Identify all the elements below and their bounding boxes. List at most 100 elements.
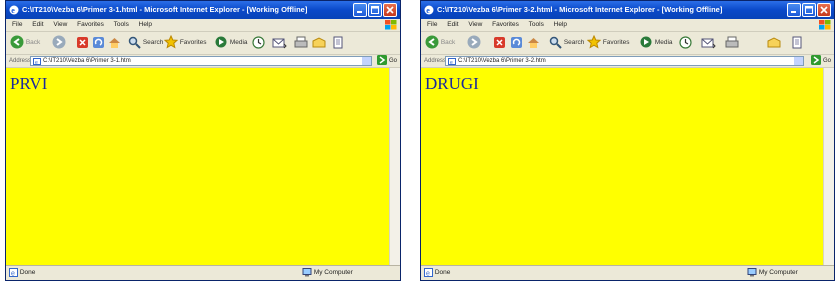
menu-favorites[interactable]: Favorites xyxy=(77,21,104,28)
menu-bar: File Edit View Favorites Tools Help xyxy=(421,19,834,32)
maximize-button[interactable] xyxy=(802,3,816,17)
status-zone: My Computer xyxy=(313,269,353,276)
close-icon xyxy=(386,6,394,14)
svg-text:e: e xyxy=(450,60,453,65)
history-button[interactable] xyxy=(252,35,265,51)
page-button[interactable] xyxy=(332,35,344,51)
print-button[interactable] xyxy=(294,35,308,51)
search-button[interactable]: Search xyxy=(549,35,584,51)
stop-button[interactable] xyxy=(76,35,89,51)
close-button[interactable] xyxy=(817,3,831,17)
history-button[interactable] xyxy=(679,35,692,51)
ie-page-icon: e xyxy=(33,58,41,65)
page-content: PRVI xyxy=(6,68,389,266)
media-button[interactable]: Media xyxy=(639,35,673,51)
print-icon xyxy=(725,36,739,48)
status-zone: My Computer xyxy=(758,269,798,276)
address-input[interactable]: e C:\IT210\Vezba 6\Primer 3-1.htm xyxy=(30,56,372,66)
back-button[interactable]: Back xyxy=(425,35,455,51)
status-text: Done xyxy=(19,269,36,276)
maximize-button[interactable] xyxy=(368,3,382,17)
edit-icon xyxy=(312,37,326,48)
svg-text:e: e xyxy=(11,6,15,15)
search-icon xyxy=(128,36,141,49)
home-button[interactable] xyxy=(108,35,121,51)
status-bar: e Done My Computer xyxy=(421,265,834,280)
go-label: Go xyxy=(388,58,397,64)
ie-page-icon: e xyxy=(424,267,433,277)
menu-file[interactable]: File xyxy=(12,21,22,28)
menu-view[interactable]: View xyxy=(53,21,67,28)
ie-icon: e xyxy=(424,5,434,15)
address-input[interactable]: e C:\IT210\Vezba 6\Primer 3-2.htm xyxy=(445,56,804,66)
stop-button[interactable] xyxy=(493,35,506,51)
windows-flag-icon xyxy=(819,20,831,30)
page-heading: DRUGI xyxy=(425,74,479,93)
menu-help[interactable]: Help xyxy=(139,21,152,28)
mail-icon xyxy=(272,38,287,49)
favorites-button[interactable]: Favorites xyxy=(163,35,207,51)
menu-view[interactable]: View xyxy=(468,21,482,28)
go-button[interactable]: Go xyxy=(377,55,397,67)
home-icon xyxy=(528,37,539,48)
title-bar[interactable]: e C:\IT210\Vezba 6\Primer 3-1.html - Mic… xyxy=(6,1,400,19)
media-icon xyxy=(640,36,652,48)
media-button[interactable]: Media xyxy=(214,35,248,51)
vertical-scrollbar[interactable] xyxy=(389,68,400,266)
go-button[interactable]: Go xyxy=(811,55,831,67)
stop-icon xyxy=(77,36,88,48)
toolbar: Back Search Favorites Media xyxy=(421,32,834,55)
page-heading: PRVI xyxy=(10,74,48,93)
menu-edit[interactable]: Edit xyxy=(32,21,43,28)
mail-button[interactable] xyxy=(272,35,287,51)
address-dropdown-button[interactable] xyxy=(794,57,803,65)
back-label: Back xyxy=(440,39,456,46)
back-button[interactable]: Back xyxy=(10,35,40,51)
address-bar: Address e C:\IT210\Vezba 6\Primer 3-1.ht… xyxy=(6,55,400,68)
menu-tools[interactable]: Tools xyxy=(529,21,544,28)
edit-button[interactable] xyxy=(312,35,326,51)
refresh-button[interactable] xyxy=(92,35,105,51)
minimize-button[interactable] xyxy=(787,3,801,17)
search-button[interactable]: Search xyxy=(128,35,163,51)
refresh-button[interactable] xyxy=(510,35,523,51)
page-button[interactable] xyxy=(791,35,803,51)
ie-page-icon: e xyxy=(448,58,456,65)
print-button[interactable] xyxy=(725,35,739,51)
close-icon xyxy=(820,6,828,14)
menu-bar: File Edit View Favorites Tools Help xyxy=(6,19,400,32)
vertical-scrollbar[interactable] xyxy=(823,68,834,266)
ie-page-icon: e xyxy=(9,267,18,277)
mail-button[interactable] xyxy=(701,35,716,51)
ie-icon: e xyxy=(9,5,19,15)
address-dropdown-button[interactable] xyxy=(362,57,371,65)
go-label: Go xyxy=(822,58,831,64)
window-title: C:\IT210\Vezba 6\Primer 3-1.html - Micro… xyxy=(22,5,308,14)
home-button[interactable] xyxy=(527,35,540,51)
page-icon xyxy=(333,36,343,49)
forward-button[interactable] xyxy=(467,35,481,51)
title-bar[interactable]: e C:\IT210\Vezba 6\Primer 3-2.html - Mic… xyxy=(421,1,834,19)
favorites-label: Favorites xyxy=(602,39,630,46)
search-icon xyxy=(549,36,562,49)
search-label: Search xyxy=(563,39,585,46)
favorites-button[interactable]: Favorites xyxy=(586,35,630,51)
history-icon xyxy=(252,36,265,49)
address-bar: Address e C:\IT210\Vezba 6\Primer 3-2.ht… xyxy=(421,55,834,68)
favorites-star-icon xyxy=(586,35,602,49)
forward-button[interactable] xyxy=(52,35,66,51)
menu-help[interactable]: Help xyxy=(554,21,567,28)
edit-button[interactable] xyxy=(767,35,781,51)
minimize-button[interactable] xyxy=(353,3,367,17)
menu-favorites[interactable]: Favorites xyxy=(492,21,519,28)
favorites-label: Favorites xyxy=(179,39,207,46)
menu-file[interactable]: File xyxy=(427,21,437,28)
address-value: C:\IT210\Vezba 6\Primer 3-1.htm xyxy=(43,58,131,64)
forward-arrow-icon xyxy=(52,35,66,49)
menu-tools[interactable]: Tools xyxy=(114,21,129,28)
history-icon xyxy=(679,36,692,49)
status-text: Done xyxy=(434,269,451,276)
menu-edit[interactable]: Edit xyxy=(447,21,458,28)
close-button[interactable] xyxy=(383,3,397,17)
minimize-icon xyxy=(791,11,796,13)
